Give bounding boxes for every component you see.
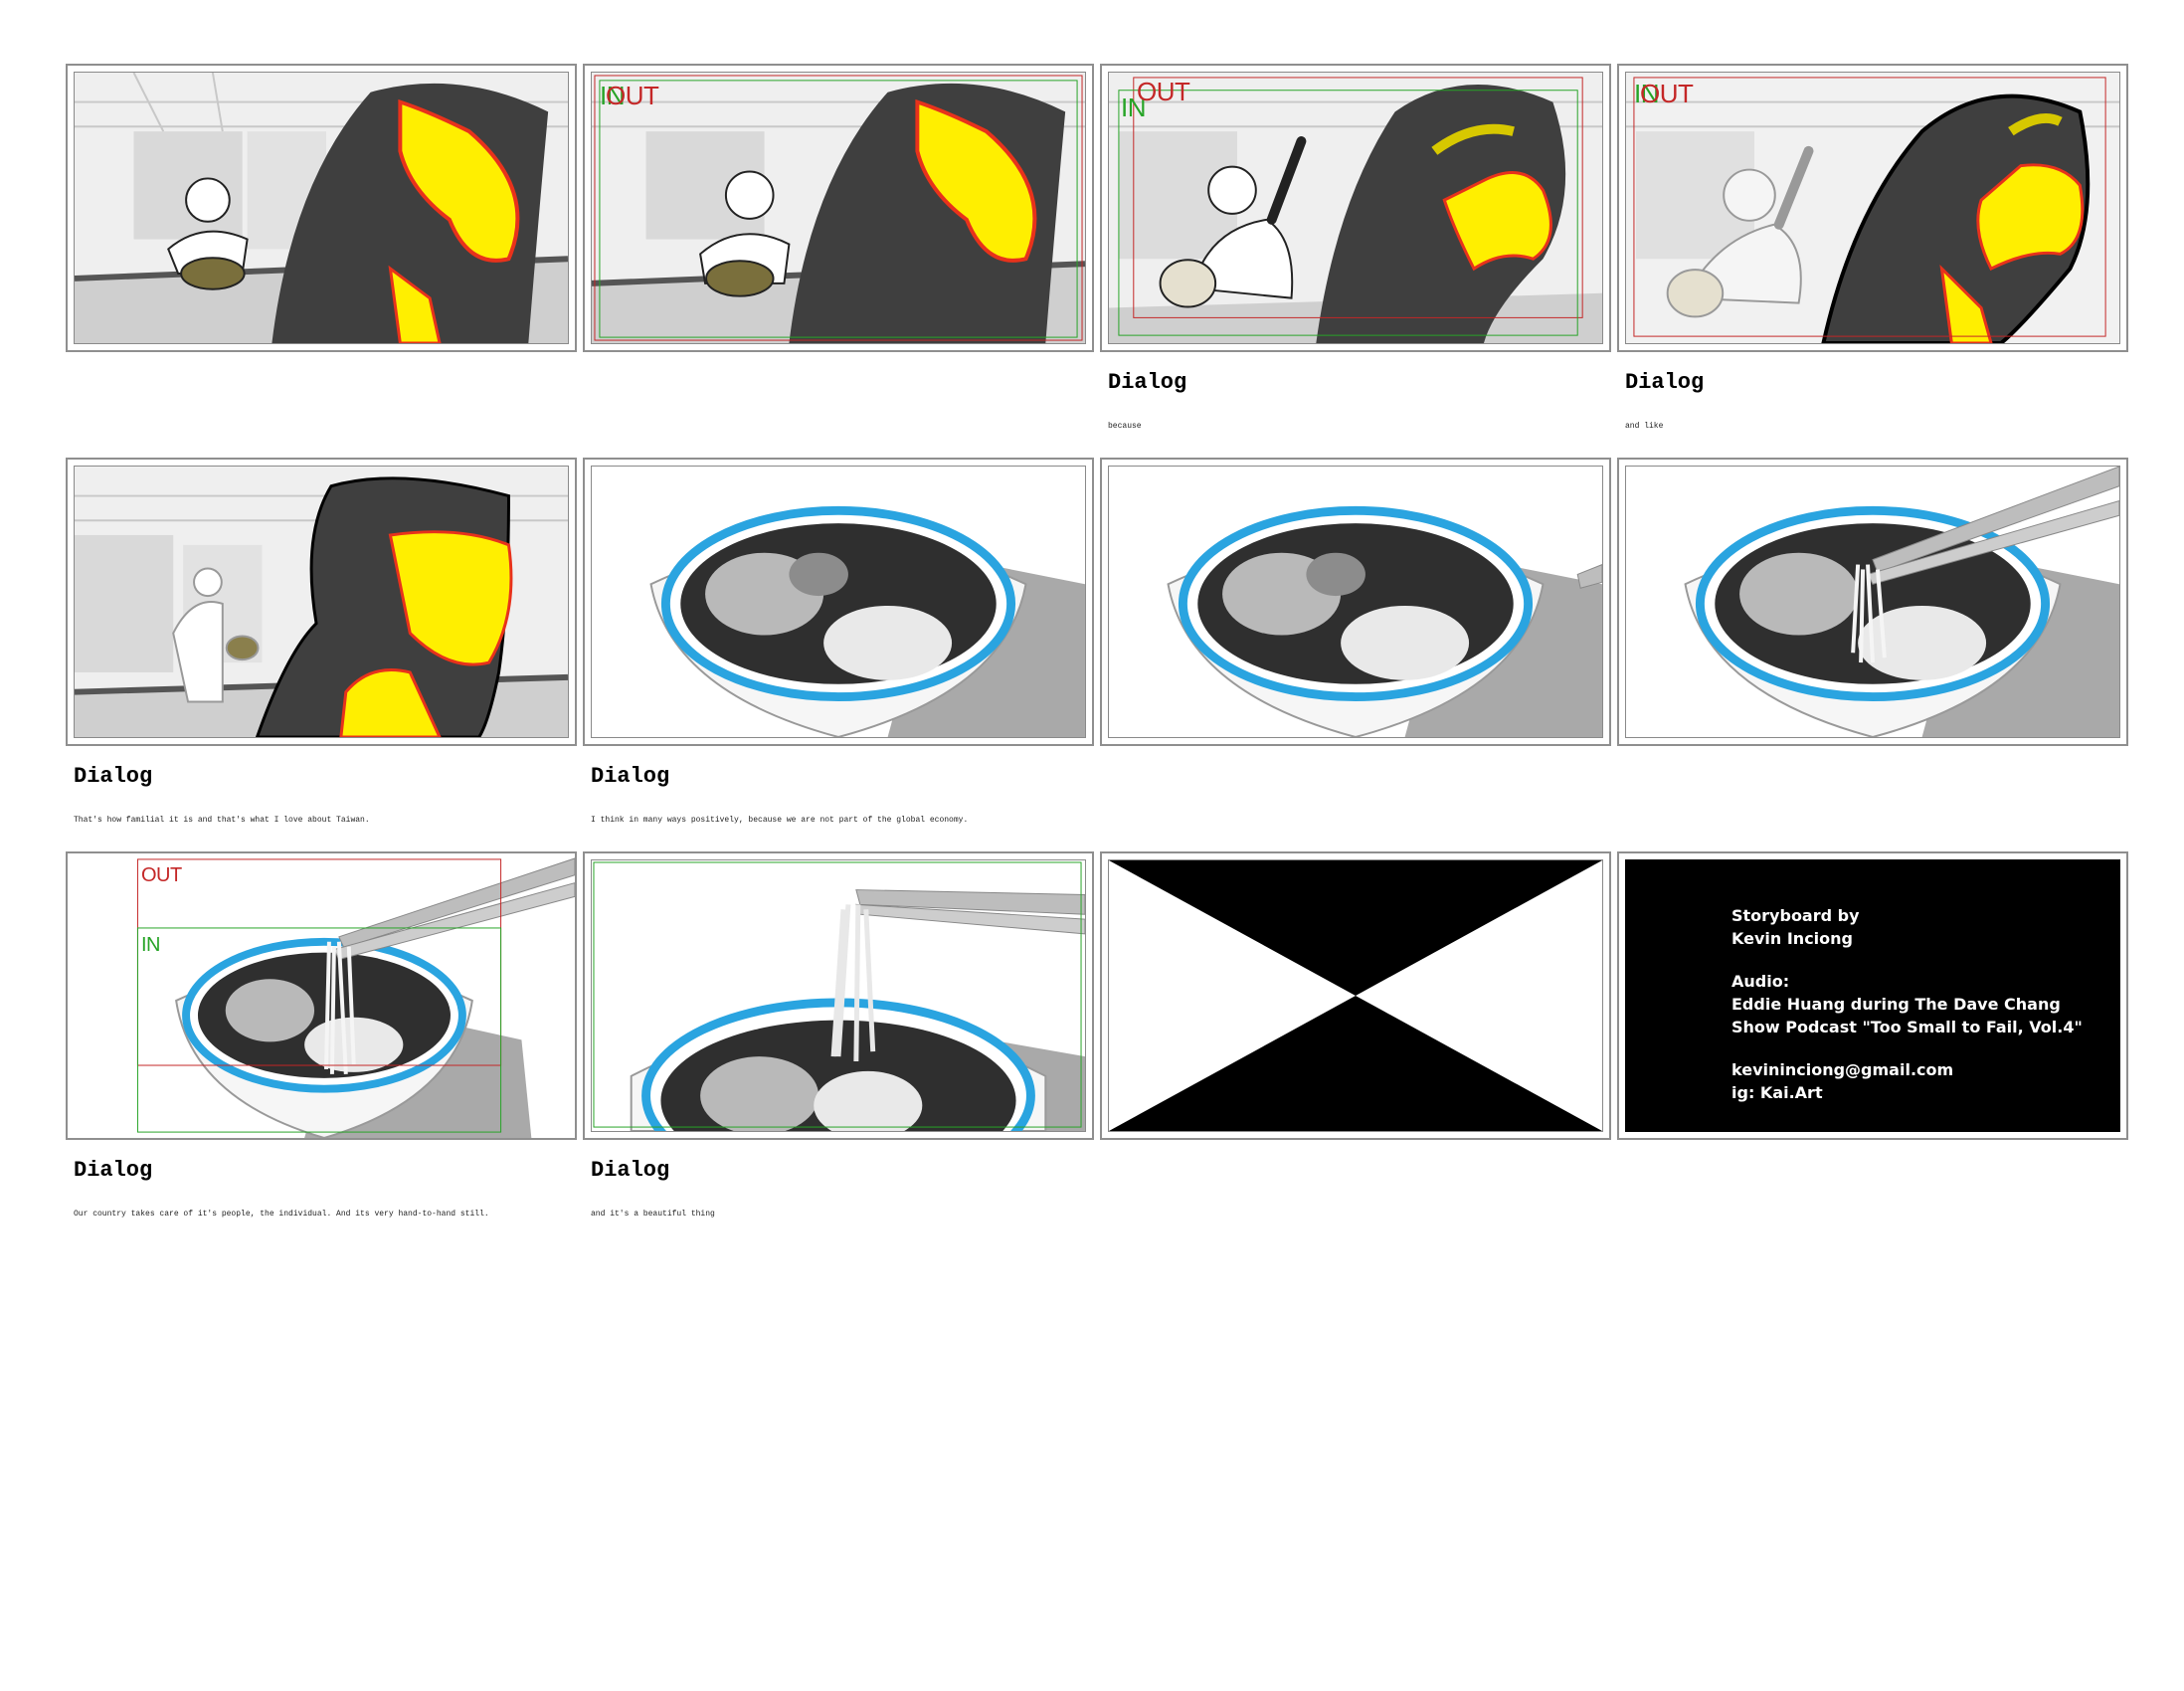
panel-11-placeholder bbox=[1108, 859, 1603, 1132]
storyboard-panel-6 bbox=[583, 458, 1094, 746]
out-frame-label: OUT bbox=[606, 81, 659, 110]
panel-6-drawing bbox=[591, 466, 1086, 738]
in-frame-label: IN bbox=[141, 934, 161, 956]
storyboard-panel-8 bbox=[1617, 458, 2128, 746]
dialog-heading-9: Dialog bbox=[74, 1158, 153, 1183]
dialog-text-6: I think in many ways positively, because… bbox=[591, 816, 969, 825]
out-frame-label: OUT bbox=[141, 864, 182, 886]
credits-line: Show Podcast "Too Small to Fail, Vol.4" bbox=[1731, 1018, 2083, 1036]
storyboard-panel-5 bbox=[66, 458, 577, 746]
dialog-heading-10: Dialog bbox=[591, 1158, 670, 1183]
dialog-heading-5: Dialog bbox=[74, 764, 153, 789]
dialog-text-5: That's how familial it is and that's wha… bbox=[74, 816, 370, 825]
panel-7-drawing bbox=[1108, 466, 1603, 738]
panel-9-drawing: OUT IN bbox=[68, 853, 575, 1138]
out-frame-label: OUT bbox=[1137, 77, 1190, 106]
dialog-heading-3: Dialog bbox=[1108, 370, 1187, 395]
panel-3-drawing: IN OUT bbox=[1108, 72, 1603, 344]
dialog-text-3: because bbox=[1108, 422, 1142, 431]
storyboard-panel-11 bbox=[1100, 851, 1611, 1140]
storyboard-panel-7 bbox=[1100, 458, 1611, 746]
credits-card: Storyboard by Kevin Inciong Audio: Eddie… bbox=[1625, 859, 2120, 1132]
credits-line: Storyboard by bbox=[1731, 906, 1860, 925]
storyboard-panel-3: IN OUT bbox=[1100, 64, 1611, 352]
storyboard-panel-12: Storyboard by Kevin Inciong Audio: Eddie… bbox=[1617, 851, 2128, 1140]
credits-handle: ig: Kai.Art bbox=[1731, 1083, 1823, 1102]
credits-line: Eddie Huang during The Dave Chang bbox=[1731, 995, 2061, 1014]
dialog-heading-6: Dialog bbox=[591, 764, 670, 789]
panel-8-drawing bbox=[1625, 466, 2120, 738]
dialog-text-4: and like bbox=[1625, 422, 1664, 431]
dialog-text-10: and it's a beautiful thing bbox=[591, 1210, 715, 1219]
storyboard-panel-10 bbox=[583, 851, 1094, 1140]
storyboard-panel-9: OUT IN bbox=[66, 851, 577, 1140]
credits-text: Storyboard by Kevin Inciong Audio: Eddie… bbox=[1626, 860, 2119, 1131]
panel-2-drawing: IN OUT bbox=[591, 72, 1086, 344]
credits-line: Kevin Inciong bbox=[1731, 929, 1853, 948]
storyboard-panel-2: IN OUT bbox=[583, 64, 1094, 352]
panel-4-drawing: IN OUT bbox=[1625, 72, 2120, 344]
credits-line: Audio: bbox=[1731, 972, 1790, 991]
dialog-text-9: Our country takes care of it's people, t… bbox=[74, 1210, 489, 1219]
out-frame-label: OUT bbox=[1640, 79, 1694, 108]
storyboard-panel-1 bbox=[66, 64, 577, 352]
dialog-heading-4: Dialog bbox=[1625, 370, 1705, 395]
storyboard-panel-4: IN OUT bbox=[1617, 64, 2128, 352]
panel-5-drawing bbox=[74, 466, 569, 738]
credits-email: kevininciong@gmail.com bbox=[1731, 1060, 1954, 1079]
panel-1-drawing bbox=[74, 72, 569, 344]
panel-10-drawing bbox=[591, 859, 1086, 1132]
